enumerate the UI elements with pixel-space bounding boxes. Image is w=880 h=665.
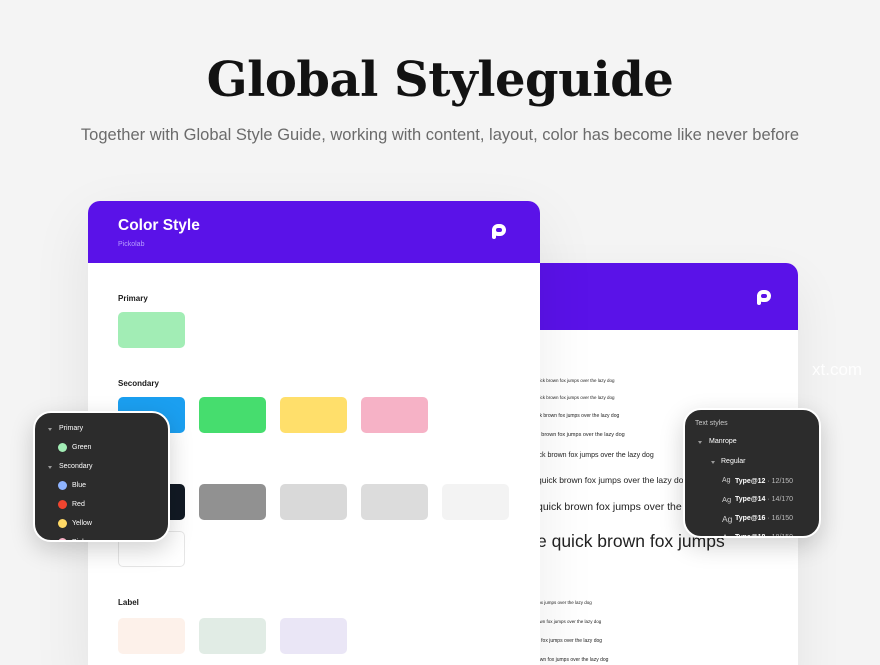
neutral-color-swatch[interactable] [361,484,428,520]
type-sample-line: own fox jumps over the lazy dog [537,619,602,624]
font-weight-item[interactable]: Regular [721,458,746,465]
section-label-label: Label [118,598,139,607]
font-preview-icon: Ag [722,533,734,538]
text-styles-heading: Text styles [695,420,728,427]
label-color-swatch[interactable] [199,618,266,654]
layer-color-item[interactable]: Red [72,501,85,508]
color-dot-icon [58,538,67,540]
color-dot-icon [58,443,67,452]
type-sample-line: fox jumps over the lazy dog [537,600,592,605]
color-dot-icon [58,519,67,528]
type-sample-line: uick brown fox jumps over the lazy dog [537,395,615,400]
neutral-color-swatch[interactable] [199,484,266,520]
pickolab-logo-icon [756,289,772,305]
font-preview-icon: Ag [722,495,732,504]
text-style-item[interactable]: Type@18 · 18/150 [735,534,793,536]
color-card-header: Color Style Pickolab [88,201,540,263]
text-style-item[interactable]: Type@16 · 16/150 [735,515,793,522]
layer-color-item[interactable]: Yellow [72,520,92,527]
caret-down-icon[interactable] [698,441,702,444]
text-styles-panel: Text styles Manrope Regular Ag Type@12 · … [683,408,821,538]
type-sample-line: own fox jumps over the lazy dog [537,657,609,663]
label-color-swatch[interactable] [280,618,347,654]
watermark: xt.com [812,360,863,379]
text-style-item[interactable]: Type@12 · 12/150 [735,478,793,485]
type-sample-line: k brown fox jumps over the lazy dog [537,432,625,438]
type-sample-line: ick brown fox jumps over the lazy dog [537,452,654,459]
page-subtitle: Together with Global Style Guide, workin… [80,126,800,144]
color-layers-panel: Primary Green Secondary Blue Red Yellow Pink [33,411,170,542]
secondary-color-swatch[interactable] [280,397,347,433]
caret-down-icon[interactable] [48,466,52,469]
section-label-primary: Primary [118,294,148,303]
secondary-color-swatch[interactable] [361,397,428,433]
color-card-subtitle: Pickolab [118,241,145,248]
type-sample-line: quick brown fox jumps over the lazy dog [537,475,689,485]
layer-color-item[interactable]: Green [72,444,91,451]
font-preview-icon: Ag [722,477,731,484]
font-family-item[interactable]: Manrope [709,438,737,445]
layer-group-item[interactable]: Primary [59,425,83,432]
type-sample-line: uick brown fox jumps over the lazy dog [537,378,615,383]
neutral-color-swatch[interactable] [280,484,347,520]
neutral-color-swatch[interactable] [442,484,509,520]
text-style-item[interactable]: Type@14 · 14/170 [735,496,793,503]
secondary-color-swatch[interactable] [199,397,266,433]
font-preview-icon: Ag [722,514,733,524]
label-color-swatch[interactable] [118,618,185,654]
color-dot-icon [58,500,67,509]
layer-group-item[interactable]: Secondary [59,463,92,470]
primary-color-swatch[interactable] [118,312,185,348]
layer-color-item[interactable]: Pink [72,539,86,540]
caret-down-icon[interactable] [48,428,52,431]
type-sample-line: ck brown fox jumps over the lazy dog [537,413,620,419]
pickolab-logo-icon [491,223,507,239]
section-label-secondary: Secondary [118,379,159,388]
type-sample-line: n fox jumps over the lazy dog [537,638,603,644]
page-title: Global Styleguide [206,52,674,108]
color-card-title: Color Style [118,217,200,234]
caret-down-icon[interactable] [711,461,715,464]
layer-color-item[interactable]: Blue [72,482,86,489]
color-dot-icon [58,481,67,490]
